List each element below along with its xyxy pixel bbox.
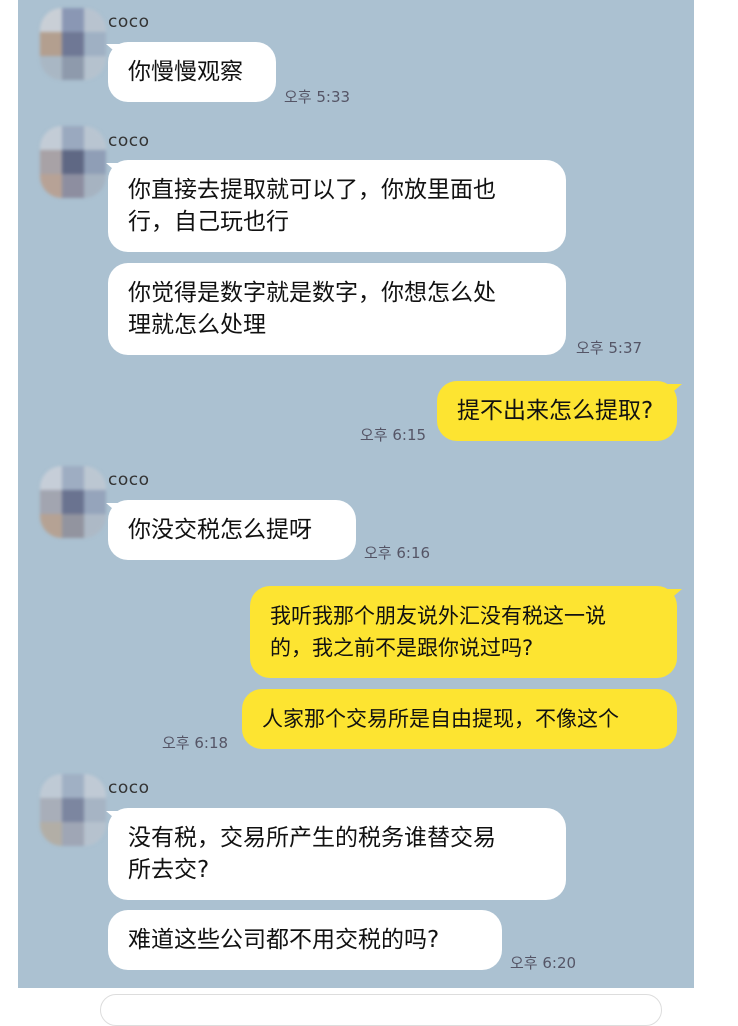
message-bubble[interactable]: 人家那个交易所是自由提现，不像这个 bbox=[242, 689, 677, 749]
message-time: 오후 6:18 bbox=[162, 734, 229, 752]
avatar[interactable] bbox=[40, 774, 106, 846]
message-bubble[interactable]: 你直接去提取就可以了，你放里面也 行，自己玩也行 bbox=[108, 160, 566, 252]
sender-name: coco bbox=[108, 778, 150, 798]
message-time: 오후 6:15 bbox=[360, 426, 427, 444]
message-time: 오후 6:20 bbox=[510, 954, 577, 972]
message-time: 오후 5:37 bbox=[576, 339, 643, 357]
avatar[interactable] bbox=[40, 126, 106, 198]
message-bubble[interactable]: 你觉得是数字就是数字，你想怎么处 理就怎么处理 bbox=[108, 263, 566, 355]
chat-area: coco 你慢慢观察 오후 5:33 coco 你直接去提取就可以了，你放里面也… bbox=[18, 0, 694, 988]
message-bubble[interactable]: 难道这些公司都不用交税的吗? bbox=[108, 910, 502, 970]
message-time: 오후 6:16 bbox=[364, 544, 431, 562]
sender-name: coco bbox=[108, 131, 150, 151]
message-time: 오후 5:33 bbox=[284, 88, 351, 106]
sender-name: coco bbox=[108, 470, 150, 490]
avatar[interactable] bbox=[40, 466, 106, 538]
message-bubble[interactable]: 你慢慢观察 bbox=[108, 42, 276, 102]
message-bubble[interactable]: 你没交税怎么提呀 bbox=[108, 500, 356, 560]
avatar[interactable] bbox=[40, 8, 106, 80]
message-input[interactable] bbox=[100, 994, 662, 1026]
message-bubble[interactable]: 提不出来怎么提取? bbox=[437, 381, 677, 441]
message-bubble[interactable]: 我听我那个朋友说外汇没有税这一说 的，我之前不是跟你说过吗? bbox=[250, 586, 677, 678]
message-bubble[interactable]: 没有税，交易所产生的税务谁替交易 所去交? bbox=[108, 808, 566, 900]
sender-name: coco bbox=[108, 12, 150, 32]
